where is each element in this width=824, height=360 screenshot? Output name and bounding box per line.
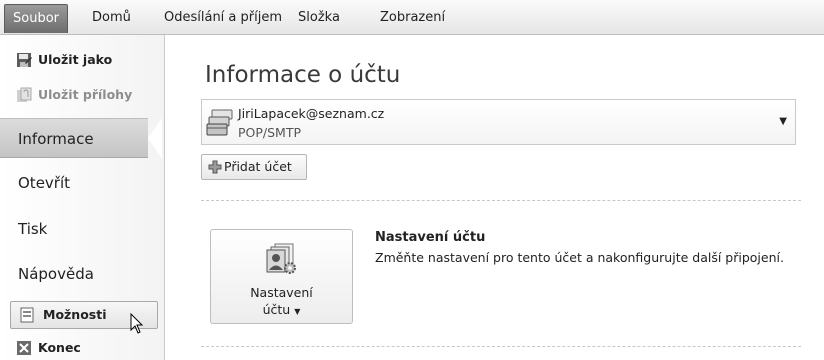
page-title: Informace o účtu bbox=[205, 62, 401, 88]
mouse-cursor-icon bbox=[130, 313, 144, 335]
section-divider bbox=[201, 346, 801, 347]
options-label: Možnosti bbox=[43, 307, 107, 322]
nav-print[interactable]: Tisk bbox=[0, 209, 164, 249]
add-account-button[interactable]: Přidat účet bbox=[201, 154, 307, 180]
ribbon-tab-bar: Soubor Domů Odesílání a příjem Složka Zo… bbox=[0, 0, 824, 35]
tab-view[interactable]: Zobrazení bbox=[380, 6, 445, 30]
account-type: POP/SMTP bbox=[238, 125, 302, 140]
tab-home[interactable]: Domů bbox=[92, 6, 131, 30]
exit-button[interactable]: Konec bbox=[16, 337, 81, 359]
account-email: JiriLapacek@seznam.cz bbox=[238, 106, 385, 121]
tab-file[interactable]: Soubor bbox=[4, 4, 68, 33]
add-icon bbox=[208, 160, 222, 174]
save-attachments-button[interactable]: Uložit přílohy bbox=[16, 84, 132, 106]
account-settings-description: Změňte nastavení pro tento účet a nakonf… bbox=[375, 250, 784, 265]
add-account-label: Přidat účet bbox=[224, 159, 292, 174]
save-attachments-label: Uložit přílohy bbox=[38, 87, 133, 102]
nav-info[interactable]: Informace bbox=[0, 118, 162, 159]
nav-open[interactable]: Otevřít bbox=[0, 163, 164, 203]
account-settings-button-label-1: Nastavení bbox=[250, 285, 313, 300]
exit-icon bbox=[16, 340, 32, 356]
account-settings-button[interactable]: Nastavení účtu ▼ bbox=[210, 229, 353, 324]
nav-help[interactable]: Nápověda bbox=[0, 254, 164, 294]
tab-folder[interactable]: Složka bbox=[298, 6, 340, 30]
save-as-icon bbox=[16, 52, 32, 68]
tab-send-receive[interactable]: Odesílání a příjem bbox=[164, 6, 282, 30]
account-mailbox-icon bbox=[206, 108, 234, 138]
account-settings-heading: Nastavení účtu bbox=[375, 230, 486, 245]
exit-label: Konec bbox=[38, 340, 81, 355]
save-as-label: Uložit jako bbox=[38, 52, 113, 67]
save-as-button[interactable]: Uložit jako bbox=[16, 49, 112, 71]
chevron-down-icon: ▼ bbox=[294, 307, 301, 316]
account-settings-icon bbox=[265, 242, 299, 276]
account-settings-button-label-2: účtu ▼ bbox=[262, 302, 301, 317]
dropdown-arrow-icon: ▼ bbox=[779, 116, 787, 127]
section-divider bbox=[201, 200, 801, 201]
save-attachments-icon bbox=[16, 87, 32, 103]
options-icon bbox=[19, 307, 35, 323]
account-selector-dropdown[interactable]: JiriLapacek@seznam.cz POP/SMTP ▼ bbox=[201, 99, 796, 145]
backstage-nav: Uložit jako Uložit přílohy Informace Ote… bbox=[0, 35, 165, 360]
